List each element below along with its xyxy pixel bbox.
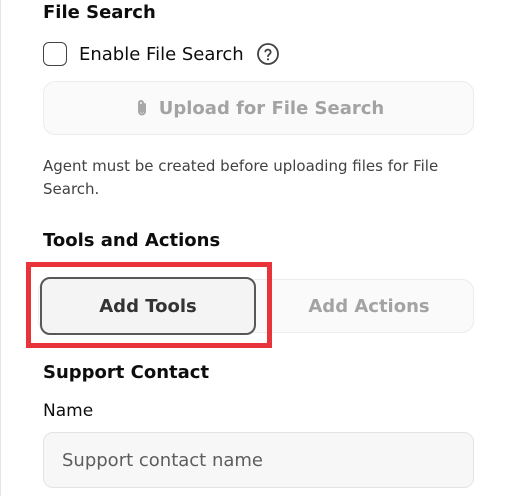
panel-left-border [0, 0, 1, 496]
enable-file-search-label[interactable]: Enable File Search [79, 44, 244, 65]
highlight-box [26, 262, 272, 348]
enable-file-search-row[interactable]: Enable File Search [43, 42, 280, 66]
upload-button-label: Upload for File Search [158, 97, 385, 119]
tools-and-actions-heading: Tools and Actions [43, 230, 221, 251]
file-search-heading: File Search [43, 2, 156, 23]
support-contact-name-field[interactable] [43, 432, 474, 488]
add-actions-tab[interactable]: Add Actions [264, 282, 474, 330]
question-circle-icon[interactable] [256, 42, 280, 66]
name-field-label: Name [43, 401, 94, 421]
file-search-helper-text: Agent must be created before uploading f… [43, 157, 439, 198]
paperclip-icon [133, 98, 151, 118]
upload-for-file-search-button[interactable]: Upload for File Search [43, 81, 474, 135]
enable-file-search-checkbox[interactable] [43, 42, 67, 66]
support-contact-name-input[interactable] [62, 449, 455, 471]
support-contact-heading: Support Contact [43, 362, 210, 383]
